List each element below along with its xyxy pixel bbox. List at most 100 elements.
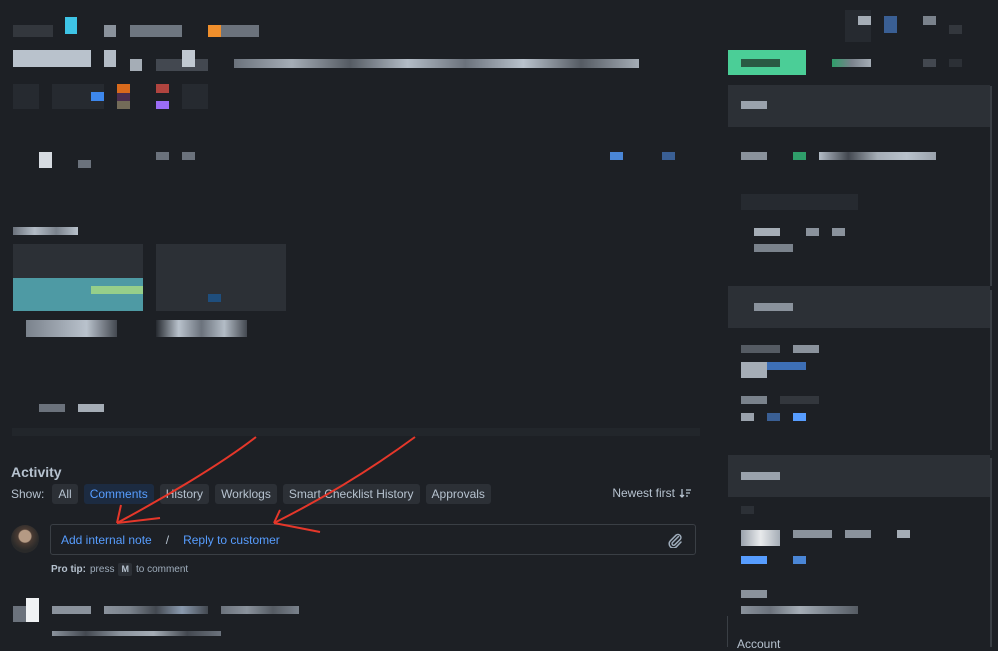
account-label: Account (737, 637, 781, 651)
main-panel: Activity Show: All Comments History Work… (0, 0, 715, 647)
redacted-toolbar-icon (91, 92, 104, 101)
redacted-field (78, 160, 91, 168)
redacted-status-info (832, 59, 871, 67)
redacted-link-value[interactable] (793, 413, 806, 421)
redacted-field-value (754, 228, 780, 236)
redacted-comment-meta (104, 606, 208, 614)
redacted-field-value (897, 530, 910, 538)
redacted-top-icon (858, 16, 871, 25)
redacted-field-row (741, 396, 767, 404)
redacted-issue-title (13, 50, 91, 67)
comment-composer[interactable]: Add internal note / Reply to customer (50, 524, 696, 555)
scrollbar[interactable] (990, 290, 992, 450)
redacted-field (39, 152, 52, 168)
tab-approvals[interactable]: Approvals (425, 483, 491, 504)
redacted-watch-icon[interactable] (884, 16, 897, 33)
redacted-link-value[interactable] (767, 362, 806, 370)
paperclip-icon[interactable] (667, 532, 683, 548)
redacted-field-row (741, 194, 858, 210)
redacted-comment-body (52, 631, 221, 636)
redacted-field-row (741, 590, 767, 598)
redacted-breadcrumb (13, 25, 53, 37)
section-divider (12, 428, 700, 436)
status-button[interactable] (728, 50, 806, 75)
redacted-field (182, 152, 195, 160)
keyboard-key: M (118, 563, 132, 576)
redacted-field-value (741, 606, 858, 614)
redacted-comment-meta (221, 606, 299, 614)
redacted-field-value (793, 530, 832, 538)
redacted-toolbar-icon (156, 101, 169, 109)
redacted-field-value (845, 530, 871, 538)
scrollbar[interactable] (990, 458, 992, 647)
redacted-issue-title (104, 50, 116, 67)
redacted-issue-key (221, 25, 259, 37)
pro-tip-text: press (90, 564, 115, 575)
redacted-field-value (741, 362, 767, 378)
redacted-comment-avatar (13, 606, 26, 622)
attachment-thumbnail[interactable] (156, 244, 286, 311)
redacted-action[interactable] (923, 59, 936, 67)
redacted-toolbar-icon (117, 93, 130, 101)
redacted-share-icon[interactable] (923, 16, 936, 25)
redacted-attachment-name (26, 320, 117, 337)
redacted-toolbar-button[interactable] (13, 84, 39, 109)
redacted-issue-icon (208, 25, 221, 37)
redacted-field-row (780, 396, 819, 404)
redacted-card-title (741, 472, 780, 480)
sidebar-card (728, 85, 990, 295)
pro-tip-text: to comment (135, 564, 189, 575)
pro-tip-label: Pro tip: (51, 564, 86, 575)
scrollbar[interactable] (990, 86, 992, 286)
redacted-top-icon (845, 10, 871, 42)
redacted-link[interactable] (610, 152, 623, 160)
activity-heading: Activity (11, 464, 62, 480)
redacted-link-value[interactable] (741, 556, 767, 564)
redacted-issue-title (130, 59, 142, 71)
redacted-field-row (741, 152, 767, 160)
sort-descending-icon (679, 488, 691, 498)
redacted-link[interactable] (662, 152, 675, 160)
sort-order-button[interactable]: Newest first (612, 483, 691, 504)
tab-worklogs[interactable]: Worklogs (215, 483, 277, 504)
redacted-toolbar-icon (156, 84, 169, 93)
redacted-toolbar-icon (117, 84, 130, 93)
redacted-action[interactable] (949, 59, 962, 67)
separator: / (165, 532, 170, 547)
redacted-field-value (741, 530, 780, 546)
redacted-field-value (819, 152, 936, 160)
redacted-project-icon (65, 17, 77, 34)
redacted-breadcrumb-item (130, 25, 182, 37)
redacted-field-value (832, 228, 845, 236)
redacted-card-title (741, 101, 767, 109)
tab-smart-checklist-history[interactable]: Smart Checklist History (282, 483, 420, 504)
redacted-link-row (78, 404, 104, 412)
tab-all[interactable]: All (52, 483, 78, 504)
redacted-link-value[interactable] (767, 413, 780, 421)
add-internal-note-link[interactable]: Add internal note (61, 533, 152, 547)
redacted-more-icon[interactable] (949, 25, 962, 34)
card-header[interactable] (728, 85, 990, 127)
sort-label: Newest first (612, 486, 675, 500)
redacted-link-value[interactable] (793, 556, 806, 564)
redacted-field-row (741, 506, 754, 514)
reply-to-customer-link[interactable]: Reply to customer (183, 533, 280, 547)
redacted-field-icon (793, 152, 806, 160)
redacted-field-value (806, 228, 819, 236)
redacted-attachment-name (156, 320, 247, 337)
attachment-thumbnail[interactable] (13, 244, 143, 311)
redacted-comment-avatar (26, 598, 39, 622)
tab-history[interactable]: History (159, 483, 210, 504)
redacted-field (156, 152, 169, 160)
redacted-link-row (39, 404, 65, 412)
user-avatar (11, 525, 39, 553)
redacted-field-value (754, 244, 793, 252)
redacted-issue-title (234, 59, 639, 68)
redacted-card-title (754, 303, 793, 311)
redacted-field-row (741, 345, 780, 353)
redacted-toolbar-button[interactable] (182, 84, 208, 109)
details-sidebar (715, 0, 998, 647)
redacted-toolbar-icon (117, 101, 130, 109)
redacted-comment-author (52, 606, 91, 614)
tab-comments[interactable]: Comments (83, 483, 154, 504)
